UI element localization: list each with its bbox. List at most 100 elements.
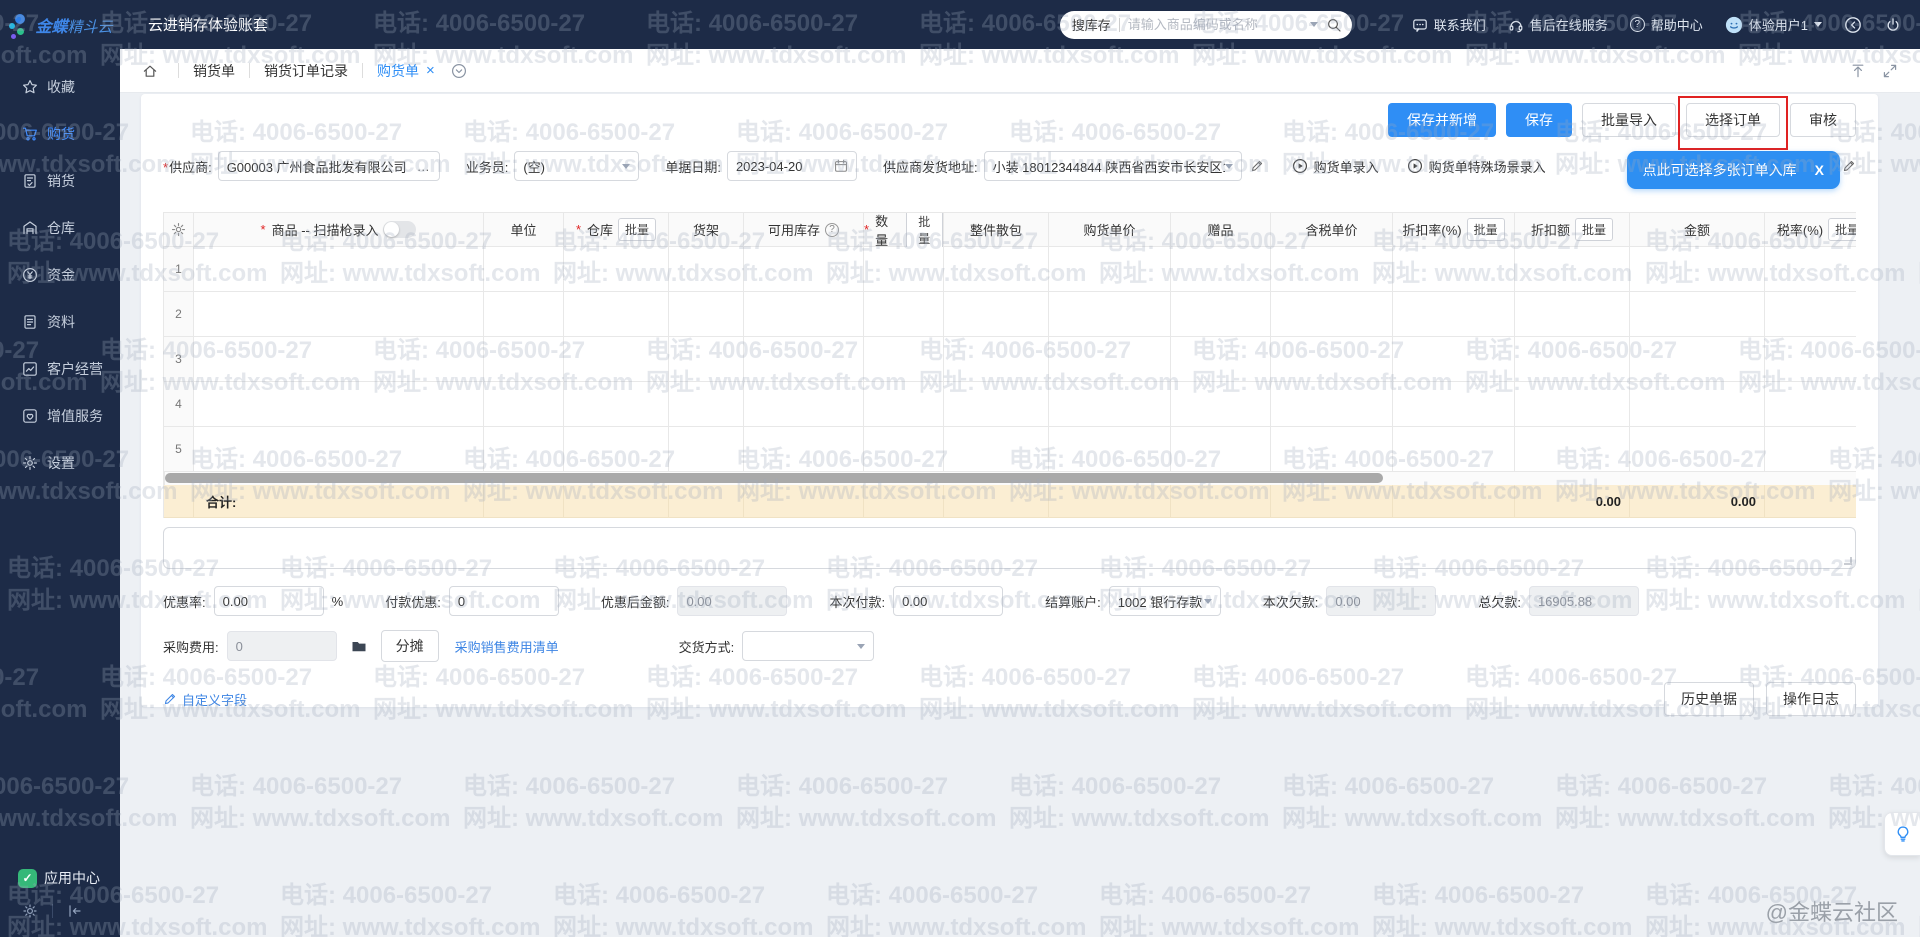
table-cell[interactable]	[564, 382, 669, 427]
expand-icon[interactable]	[1882, 63, 1898, 79]
table-cell[interactable]	[194, 292, 484, 337]
table-cell[interactable]	[1049, 427, 1171, 472]
table-cell[interactable]	[484, 382, 564, 427]
sidebar-item-customer-ops[interactable]: 客户经营	[0, 345, 120, 392]
table-cell[interactable]	[744, 247, 864, 292]
sidebar-item-favorites[interactable]: 收藏	[0, 63, 120, 110]
supplier-lookup-button[interactable]: …	[413, 159, 431, 174]
tab-list-chevron-icon[interactable]	[451, 63, 467, 79]
folder-icon[interactable]	[351, 638, 367, 654]
sidebar-item-sales[interactable]: 销货	[0, 157, 120, 204]
operation-log-button[interactable]: 操作日志	[1766, 682, 1856, 716]
table-cell[interactable]	[484, 337, 564, 382]
table-cell[interactable]	[864, 427, 944, 472]
sidebar-item-settings[interactable]: 设置	[0, 439, 120, 486]
discount-rate-input[interactable]	[214, 586, 324, 616]
table-cell[interactable]	[744, 427, 864, 472]
table-cell[interactable]	[194, 427, 484, 472]
table-cell[interactable]	[864, 247, 944, 292]
table-cell[interactable]	[1393, 247, 1515, 292]
table-cell[interactable]	[194, 382, 484, 427]
table-cell[interactable]	[564, 292, 669, 337]
table-cell[interactable]	[944, 247, 1049, 292]
purchase-entry-link[interactable]: 购货单录入	[1292, 157, 1379, 176]
history-bills-button[interactable]: 历史单据	[1664, 682, 1754, 716]
purchase-special-entry-link[interactable]: 购货单特殊场景录入	[1407, 157, 1546, 176]
table-cell[interactable]	[669, 427, 744, 472]
chevron-down-icon[interactable]	[1310, 22, 1318, 27]
table-cell[interactable]	[669, 382, 744, 427]
table-cell[interactable]	[744, 382, 864, 427]
contact-us-link[interactable]: 联系我们	[1412, 15, 1486, 34]
table-cell[interactable]	[1393, 382, 1515, 427]
search-input[interactable]	[1128, 17, 1306, 32]
paid-now-input[interactable]	[893, 586, 1003, 616]
remark-textarea[interactable]	[163, 527, 1856, 569]
fee-list-link[interactable]: 采购销售费用清单	[455, 637, 559, 656]
table-cell[interactable]	[564, 337, 669, 382]
custom-fields-link[interactable]: 自定义字段	[163, 690, 247, 709]
table-cell[interactable]	[484, 427, 564, 472]
after-sales-link[interactable]: 售后在线服务	[1508, 15, 1608, 34]
table-cell[interactable]	[944, 382, 1049, 427]
tab-sales-bill[interactable]: 销货单	[193, 61, 235, 81]
tab-sales-order-records[interactable]: 销货订单记录	[264, 61, 348, 81]
table-cell[interactable]	[1171, 427, 1271, 472]
sidebar-item-data[interactable]: 资料	[0, 298, 120, 345]
audit-button[interactable]: 审核	[1790, 103, 1856, 137]
table-cell[interactable]	[1049, 292, 1171, 337]
select-order-button[interactable]: 选择订单	[1686, 103, 1780, 137]
edit-address-icon[interactable]	[1250, 159, 1264, 173]
back-button[interactable]	[1844, 16, 1862, 34]
pin-top-icon[interactable]	[1850, 63, 1866, 79]
sidebar-item-value-added[interactable]: 增值服务	[0, 392, 120, 439]
batch-import-button[interactable]: 批量导入	[1582, 103, 1676, 137]
ship-address-select[interactable]: 小装 18012344844 陕西省西安市长安区1	[984, 151, 1242, 181]
bill-date-field[interactable]: 2023-04-20	[727, 151, 857, 181]
edit-doc-number-icon[interactable]	[1842, 159, 1856, 173]
scan-gun-toggle[interactable]	[383, 221, 416, 238]
logout-button[interactable]	[1884, 16, 1902, 34]
tab-purchase-bill[interactable]: 购货单 ×	[377, 61, 435, 81]
table-cell[interactable]	[1271, 382, 1393, 427]
horizontal-scrollbar[interactable]	[164, 472, 1856, 485]
table-cell[interactable]	[1765, 382, 1856, 427]
inventory-search[interactable]: 搜库存	[1060, 11, 1352, 39]
table-cell[interactable]	[1630, 292, 1765, 337]
table-cell[interactable]	[1765, 247, 1856, 292]
info-icon[interactable]: ?	[825, 223, 839, 237]
batch-edit-button[interactable]: 批量	[906, 212, 943, 250]
table-cell[interactable]	[1171, 382, 1271, 427]
save-and-new-button[interactable]: 保存并新增	[1388, 103, 1496, 137]
table-cell[interactable]	[864, 382, 944, 427]
app-center-button[interactable]: ✓ 应用中心	[0, 861, 120, 895]
table-cell[interactable]	[944, 337, 1049, 382]
table-cell[interactable]	[1515, 337, 1630, 382]
table-cell[interactable]	[1515, 427, 1630, 472]
payment-discount-input[interactable]	[449, 586, 559, 616]
sidebar-item-purchase[interactable]: 购货	[0, 110, 120, 157]
table-cell[interactable]	[1271, 427, 1393, 472]
table-cell[interactable]	[944, 427, 1049, 472]
table-cell[interactable]	[1171, 337, 1271, 382]
batch-edit-button[interactable]: 批量	[1828, 218, 1856, 241]
calendar-icon[interactable]	[834, 159, 848, 173]
table-cell[interactable]	[1630, 337, 1765, 382]
close-tab-icon[interactable]: ×	[426, 62, 435, 79]
help-center-link[interactable]: ? 帮助中心	[1630, 15, 1703, 34]
column-settings-icon[interactable]	[171, 222, 186, 237]
table-cell[interactable]	[1271, 247, 1393, 292]
table-cell[interactable]	[1393, 337, 1515, 382]
table-cell[interactable]	[669, 337, 744, 382]
table-cell[interactable]	[1049, 337, 1171, 382]
table-cell[interactable]	[1271, 337, 1393, 382]
table-cell[interactable]	[864, 292, 944, 337]
table-cell[interactable]	[1765, 427, 1856, 472]
table-cell[interactable]	[669, 247, 744, 292]
search-icon[interactable]	[1326, 17, 1342, 33]
tips-bulb-button[interactable]	[1884, 812, 1920, 856]
theme-icon[interactable]	[22, 903, 38, 919]
batch-edit-button[interactable]: 批量	[618, 218, 656, 241]
supplier-field[interactable]: G00003 广州食品批发有限公司 …	[218, 151, 440, 181]
user-menu[interactable]: 体验用户1	[1725, 15, 1822, 34]
